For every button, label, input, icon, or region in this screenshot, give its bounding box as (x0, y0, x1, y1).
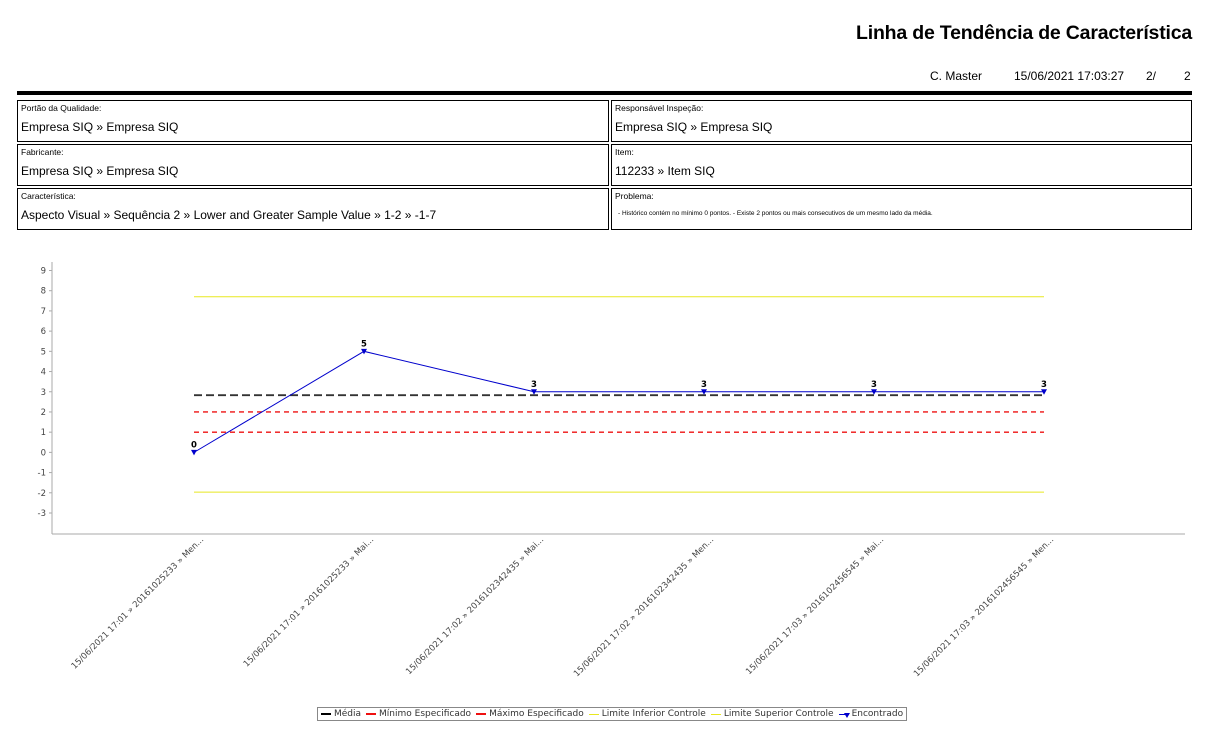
legend-label: Média (334, 709, 362, 719)
legend-item: Média (321, 709, 361, 719)
y-tick-label: 7 (41, 307, 46, 317)
data-label: 0 (191, 440, 197, 450)
legend-swatch (366, 713, 377, 715)
y-tick-label: -3 (38, 509, 46, 519)
legend-swatch (588, 713, 599, 715)
y-tick-label: 4 (41, 368, 46, 378)
y-tick-label: 2 (41, 408, 46, 418)
y-tick-label: 8 (41, 287, 46, 297)
data-label: 3 (531, 380, 537, 390)
y-tick-label: 0 (41, 448, 46, 458)
chart-legend: Média Mínimo Especificado Máximo Especific… (317, 707, 908, 721)
data-label: 3 (1041, 380, 1047, 390)
legend-item: Limite Inferior Controle (588, 709, 706, 719)
x-tick-label: 15/06/2021 17:03 » 2016102456545 » Mai..… (744, 535, 886, 677)
legend-item: Limite Superior Controle (710, 709, 834, 719)
y-tick-label: 1 (41, 428, 46, 438)
legend-item: Encontrado (838, 709, 904, 719)
x-tick-label: 15/06/2021 17:01 » 20161025233 » Men... (70, 535, 206, 671)
x-tick-label: 15/06/2021 17:01 » 20161025233 » Mai... (242, 535, 376, 669)
y-tick-label: 3 (41, 388, 46, 398)
trend-chart: -3 -2 -1 0 1 2 3 4 5 6 7 8 9 0 5 3 3 3 3 15/06/2021 17:01 »… (38, 262, 1185, 679)
legend-label: Limite Superior Controle (723, 709, 834, 719)
legend-swatch (476, 713, 487, 715)
legend-label: Limite Inferior Controle (601, 709, 706, 719)
y-tick-label: -2 (38, 489, 46, 499)
y-tick-label: 6 (41, 327, 46, 337)
data-label: 3 (871, 380, 877, 390)
series-line (193, 350, 1044, 453)
data-point (191, 449, 197, 456)
data-label: 3 (701, 380, 707, 390)
legend-item: Mínimo Especificado (366, 709, 471, 719)
legend-label: Máximo Especificado (489, 709, 584, 719)
y-tick-label: 5 (41, 347, 46, 357)
legend-label: Encontrado (851, 709, 904, 719)
legend-marker-icon (843, 712, 850, 718)
x-tick-label: 15/06/2021 17:02 » 2016102342435 » Men..… (572, 535, 716, 679)
y-tick-label: 9 (41, 267, 46, 277)
legend-swatch (710, 713, 721, 715)
data-label: 5 (361, 339, 367, 349)
x-tick-label: 15/06/2021 17:02 » 2016102342435 » Mai..… (404, 535, 546, 677)
legend-swatch (321, 713, 331, 715)
legend-item: Máximo Especificado (476, 709, 584, 719)
legend-label: Mínimo Especificado (379, 709, 472, 719)
x-tick-label: 15/06/2021 17:03 » 2016102456545 » Men..… (912, 535, 1056, 679)
y-tick-label: -1 (38, 469, 46, 479)
